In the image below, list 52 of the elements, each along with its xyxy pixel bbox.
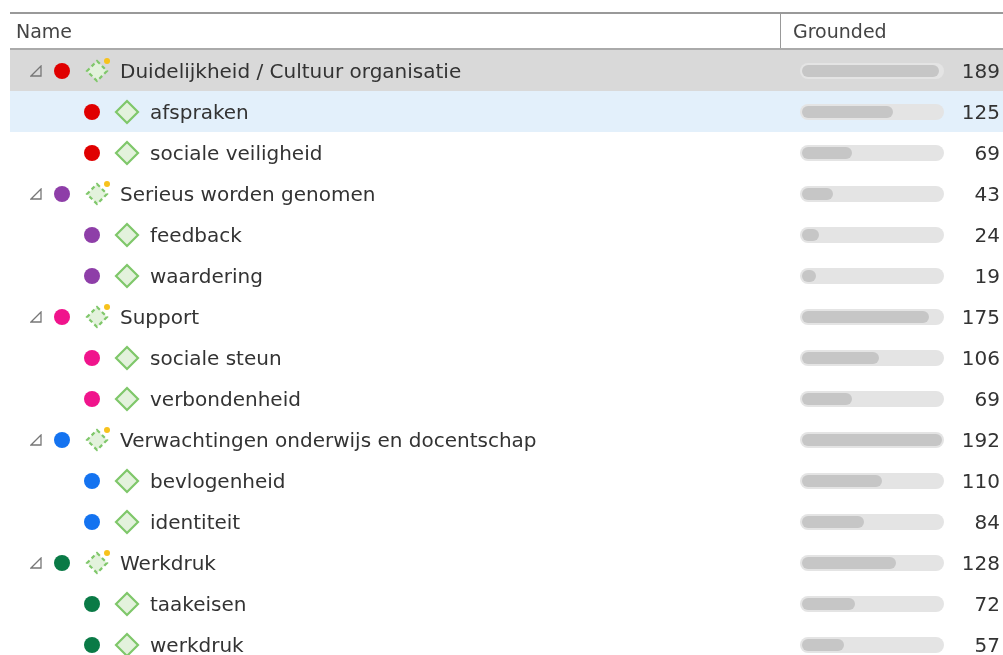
- tree-row[interactable]: Werkdruk 128: [10, 542, 1003, 583]
- tree-row[interactable]: Serieus worden genomen 43: [10, 173, 1003, 214]
- tree-row[interactable]: verbondenheid 69: [10, 378, 1003, 419]
- tree-row[interactable]: waardering 19: [10, 255, 1003, 296]
- code-name: sociale veiligheid: [150, 139, 323, 167]
- tree-row[interactable]: feedback 24: [10, 214, 1003, 255]
- expand-icon[interactable]: [30, 310, 42, 323]
- tree-row[interactable]: Support 175: [10, 296, 1003, 337]
- code-name: Werkdruk: [120, 549, 216, 577]
- grounded-count: 110: [960, 467, 1000, 495]
- tree-row[interactable]: sociale veiligheid 69: [10, 132, 1003, 173]
- tree-row[interactable]: Verwachtingen onderwijs en docentschap 192: [10, 419, 1003, 460]
- grounded-count: 72: [973, 590, 1000, 618]
- grounded-count: 128: [960, 549, 1000, 577]
- grounded-count: 84: [973, 508, 1000, 536]
- expand-icon[interactable]: [30, 556, 42, 569]
- grounded-count: 24: [973, 221, 1000, 249]
- grounded-count: 189: [960, 57, 1000, 85]
- code-name: verbondenheid: [150, 385, 301, 413]
- code-name: waardering: [150, 262, 263, 290]
- grounded-count: 106: [960, 344, 1000, 372]
- code-name: sociale steun: [150, 344, 282, 372]
- code-name: taakeisen: [150, 590, 247, 618]
- code-name: Support: [120, 303, 200, 331]
- tree-row[interactable]: bevlogenheid 110: [10, 460, 1003, 501]
- grounded-count: 69: [973, 385, 1000, 413]
- grounded-count: 125: [960, 98, 1000, 126]
- code-name: feedback: [150, 221, 242, 249]
- tree-row[interactable]: afspraken 125: [10, 91, 1003, 132]
- code-name: werkdruk: [150, 631, 244, 655]
- tree-row[interactable]: taakeisen 72: [10, 583, 1003, 624]
- code-name: identiteit: [150, 508, 241, 536]
- expand-icon[interactable]: [30, 187, 42, 200]
- expand-icon[interactable]: [30, 433, 42, 446]
- column-header[interactable]: Name: [10, 14, 780, 48]
- grounded-count: 57: [973, 631, 1000, 655]
- code-name: Serieus worden genomen: [120, 180, 376, 208]
- tree-row[interactable]: sociale steun 106: [10, 337, 1003, 378]
- column-header[interactable]: Grounded: [780, 14, 1003, 48]
- code-name: Duidelijkheid / Cultuur organisatie: [120, 57, 462, 85]
- code-name: bevlogenheid: [150, 467, 286, 495]
- tree-row[interactable]: identiteit 84: [10, 501, 1003, 542]
- code-name: afspraken: [150, 98, 249, 126]
- grounded-count: 192: [960, 426, 1000, 454]
- code-name: Verwachtingen onderwijs en docentschap: [120, 426, 537, 454]
- grounded-count: 43: [973, 180, 1000, 208]
- tree-row[interactable]: werkdruk 57: [10, 624, 1003, 655]
- grounded-count: 175: [960, 303, 1000, 331]
- grounded-count: 19: [973, 262, 1000, 290]
- grounded-count: 69: [973, 139, 1000, 167]
- expand-icon[interactable]: [30, 64, 42, 77]
- tree-row[interactable]: Duidelijkheid / Cultuur organisatie 189: [10, 50, 1003, 91]
